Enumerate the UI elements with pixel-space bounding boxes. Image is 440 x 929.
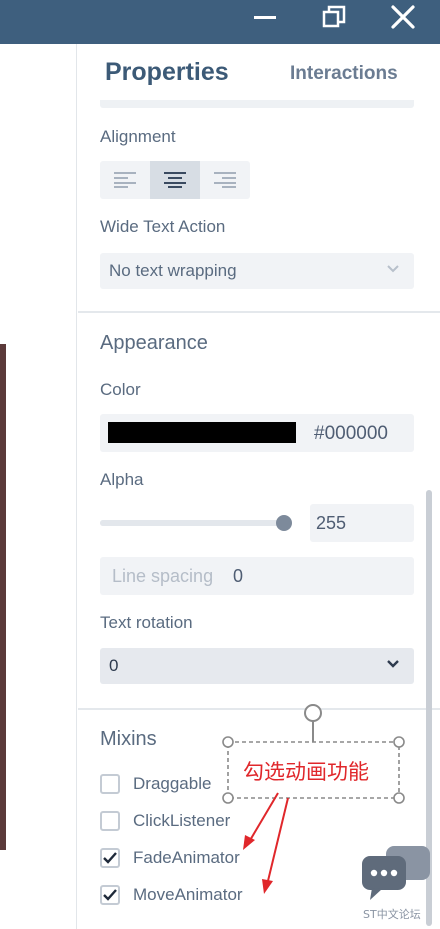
close-icon (391, 5, 415, 29)
color-label: Color (100, 380, 141, 399)
section-divider (78, 311, 440, 313)
annotation-text: 勾选动画功能 (243, 760, 369, 784)
alpha-slider[interactable] (100, 515, 292, 531)
alpha-slider-fill (100, 520, 284, 526)
align-right-icon (214, 172, 236, 188)
align-right-button[interactable] (200, 161, 250, 199)
alpha-slider-thumb[interactable] (276, 515, 292, 531)
checkmark-icon (103, 852, 117, 864)
mixin-label: FadeAnimator (133, 848, 240, 867)
canvas-widget-edge[interactable] (0, 344, 6, 850)
watermark-text: ST中文论坛 (363, 908, 421, 921)
tab-properties[interactable]: Properties (105, 58, 229, 87)
checkbox[interactable] (100, 848, 120, 868)
tab-interactions[interactable]: Interactions (290, 63, 398, 85)
alpha-input[interactable]: 255 (310, 504, 414, 542)
wide-text-action-select[interactable]: No text wrapping (100, 253, 414, 289)
chevron-down-icon (387, 265, 399, 273)
text-rotation-value: 0 (109, 656, 119, 675)
line-spacing-value: 0 (233, 566, 244, 586)
checkmark-icon (103, 889, 117, 901)
align-left-icon (114, 172, 136, 188)
previous-field-remnant (100, 100, 414, 108)
title-bar (0, 0, 440, 44)
restore-icon (322, 5, 346, 28)
alpha-label: Alpha (100, 470, 144, 489)
chat-bubbles-icon (362, 846, 430, 900)
mixin-move-animator[interactable]: MoveAnimator (100, 883, 243, 907)
minimize-icon (254, 16, 276, 19)
alignment-label: Alignment (100, 127, 176, 146)
align-center-button[interactable] (150, 161, 200, 199)
color-field: #000000 (100, 414, 414, 452)
mixin-label: ClickListener (133, 811, 231, 830)
mixins-title: Mixins (100, 728, 157, 750)
align-left-button[interactable] (100, 161, 150, 199)
restore-button[interactable] (316, 0, 352, 34)
wide-text-action-label: Wide Text Action (100, 217, 226, 236)
align-center-icon (164, 172, 186, 188)
text-rotation-select[interactable]: 0 (100, 648, 414, 684)
checkbox[interactable] (100, 811, 120, 831)
text-rotation-label: Text rotation (100, 613, 193, 632)
checkbox[interactable] (100, 885, 120, 905)
color-swatch[interactable] (108, 422, 296, 443)
checkbox[interactable] (100, 774, 120, 794)
close-button[interactable] (384, 0, 422, 34)
canvas-area[interactable] (0, 44, 77, 929)
line-spacing-label: Line spacing (112, 566, 214, 586)
alignment-group (100, 161, 250, 199)
mixin-label: MoveAnimator (133, 885, 243, 904)
wide-text-action-value: No text wrapping (109, 261, 237, 280)
chevron-down-icon (387, 660, 399, 668)
appearance-title: Appearance (100, 332, 208, 354)
mixin-label: Draggable (133, 774, 212, 793)
section-divider (78, 708, 440, 710)
color-hex-input[interactable]: #000000 (314, 423, 388, 445)
mixin-click-listener[interactable]: ClickListener (100, 809, 230, 833)
mixin-draggable[interactable]: Draggable (100, 772, 211, 796)
line-spacing-field[interactable]: Line spacing 0 (100, 557, 414, 595)
minimize-button[interactable] (248, 0, 282, 34)
mixin-fade-animator[interactable]: FadeAnimator (100, 846, 240, 870)
properties-panel: Properties Interactions Alignment Wide T… (78, 44, 440, 929)
